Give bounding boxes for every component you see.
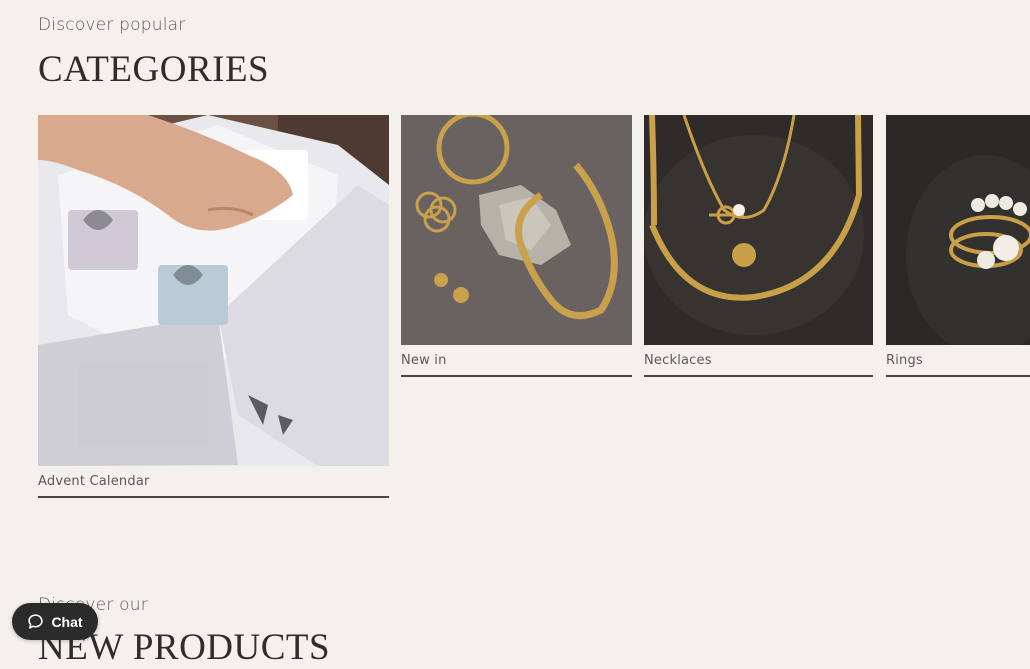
- category-label-new-in: New in: [401, 353, 447, 368]
- category-card-advent-calendar[interactable]: Advent Calendar: [38, 115, 389, 499]
- chat-label: Chat: [51, 613, 83, 630]
- category-label-rings: Rings: [886, 353, 923, 368]
- category-label-necklaces: Necklaces: [644, 353, 712, 368]
- necklaces-image: [644, 115, 873, 345]
- category-underline: [644, 375, 873, 377]
- new-in-image: [401, 115, 632, 345]
- chat-bubble-icon: [27, 613, 44, 630]
- categories-title: CATEGORIES: [38, 49, 270, 90]
- category-label-advent-calendar: Advent Calendar: [38, 474, 150, 489]
- category-card-necklaces[interactable]: Necklaces: [644, 115, 873, 378]
- chat-button[interactable]: Chat: [12, 603, 98, 640]
- rings-image: [886, 115, 1030, 345]
- categories-eyebrow: Discover popular: [38, 15, 186, 35]
- advent-calendar-image: [38, 115, 389, 466]
- category-underline: [886, 375, 1030, 377]
- category-underline: [401, 375, 632, 377]
- category-card-rings[interactable]: Rings: [886, 115, 1030, 378]
- category-underline: [38, 496, 389, 498]
- category-card-new-in[interactable]: New in: [401, 115, 632, 378]
